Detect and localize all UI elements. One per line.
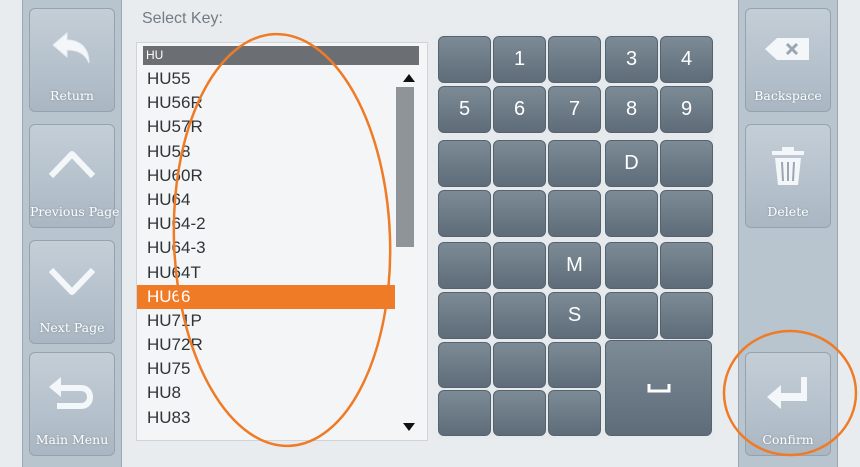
list-item[interactable]: HU56R bbox=[137, 91, 395, 115]
key-blank[interactable] bbox=[660, 292, 713, 339]
confirm-button[interactable]: Confirm bbox=[745, 352, 831, 456]
list-item[interactable]: HU64-2 bbox=[137, 212, 395, 236]
list-item[interactable]: HU60R bbox=[137, 164, 395, 188]
key-list: HU HU55 HU56R HU57R HU58 HU60R HU64 HU64-2 HU64… bbox=[136, 42, 428, 441]
key-blank[interactable] bbox=[660, 140, 713, 187]
key-blank[interactable] bbox=[438, 36, 491, 83]
key-blank[interactable] bbox=[548, 342, 601, 388]
key-blank[interactable] bbox=[493, 342, 546, 388]
key-blank[interactable] bbox=[438, 342, 491, 388]
scroll-up-arrow-icon[interactable] bbox=[397, 71, 421, 85]
key-blank[interactable] bbox=[438, 190, 491, 237]
key-blank[interactable] bbox=[438, 390, 491, 436]
key-blank[interactable] bbox=[605, 190, 658, 237]
page-title: Select Key: bbox=[142, 10, 223, 27]
list-item[interactable]: HU8 bbox=[137, 381, 395, 405]
key-9[interactable]: 9 bbox=[660, 86, 713, 133]
search-filter-field[interactable]: HU bbox=[143, 46, 419, 65]
key-blank[interactable] bbox=[493, 140, 546, 187]
list-item[interactable]: HU64T bbox=[137, 261, 395, 285]
key-5[interactable]: 5 bbox=[438, 86, 491, 133]
key-blank[interactable] bbox=[438, 292, 491, 339]
key-blank[interactable] bbox=[438, 140, 491, 187]
list-item[interactable]: HU71P bbox=[137, 309, 395, 333]
key-blank[interactable] bbox=[605, 242, 658, 289]
return-arrow-icon bbox=[30, 27, 114, 71]
key-blank[interactable] bbox=[493, 242, 546, 289]
key-m[interactable]: M bbox=[548, 242, 601, 289]
list-item[interactable]: HU64 bbox=[137, 188, 395, 212]
list-item[interactable]: HU58 bbox=[137, 140, 395, 164]
key-1[interactable]: 1 bbox=[493, 36, 546, 83]
scroll-down-arrow-icon[interactable] bbox=[397, 420, 421, 434]
list-item[interactable]: HU66 bbox=[137, 284, 395, 309]
key-blank[interactable] bbox=[660, 242, 713, 289]
delete-button[interactable]: Delete bbox=[745, 124, 831, 228]
key-blank[interactable] bbox=[493, 292, 546, 339]
key-blank[interactable] bbox=[548, 390, 601, 436]
backspace-button[interactable]: Backspace bbox=[745, 8, 831, 112]
main-menu-button[interactable]: Main Menu bbox=[29, 352, 115, 456]
key-s[interactable]: S bbox=[548, 292, 601, 339]
previous-page-button[interactable]: Previous Page bbox=[29, 124, 120, 228]
list-item[interactable]: HU57R bbox=[137, 115, 395, 139]
list-item[interactable]: HU55 bbox=[137, 67, 395, 91]
key-list-items: HU55 HU56R HU57R HU58 HU60R HU64 HU64-2 HU64-3 H… bbox=[137, 67, 395, 430]
return-button[interactable]: Return bbox=[29, 8, 115, 112]
list-item[interactable]: HU64-3 bbox=[137, 236, 395, 260]
key-blank[interactable] bbox=[548, 140, 601, 187]
key-7[interactable]: 7 bbox=[548, 86, 601, 133]
backspace-icon bbox=[746, 27, 830, 71]
scrollbar-thumb[interactable] bbox=[396, 87, 414, 247]
trash-icon bbox=[746, 143, 830, 187]
key-blank[interactable] bbox=[493, 190, 546, 237]
enter-icon bbox=[746, 371, 830, 415]
space-bar-icon bbox=[647, 384, 670, 393]
key-8[interactable]: 8 bbox=[605, 86, 658, 133]
key-blank[interactable] bbox=[605, 292, 658, 339]
chevron-down-icon bbox=[30, 259, 114, 303]
key-blank[interactable] bbox=[493, 390, 546, 436]
list-item[interactable]: HU83 bbox=[137, 406, 395, 430]
right-toolbar: Backspace Delete Confirm bbox=[738, 0, 838, 467]
list-item[interactable]: HU75 bbox=[137, 357, 395, 381]
key-d[interactable]: D bbox=[605, 140, 658, 187]
key-4[interactable]: 4 bbox=[660, 36, 713, 83]
annotation-ellipses bbox=[172, 32, 858, 457]
left-toolbar: Return Previous Page Next Page Main Menu bbox=[22, 0, 122, 467]
main-menu-arrow-icon bbox=[30, 371, 114, 415]
key-blank[interactable] bbox=[438, 242, 491, 289]
key-blank[interactable] bbox=[660, 190, 713, 237]
key-6[interactable]: 6 bbox=[493, 86, 546, 133]
key-blank[interactable] bbox=[548, 36, 601, 83]
next-page-button[interactable]: Next Page bbox=[29, 240, 115, 344]
list-item[interactable]: HU72R bbox=[137, 333, 395, 357]
space-key[interactable] bbox=[605, 340, 712, 436]
chevron-up-icon bbox=[30, 143, 114, 187]
key-blank[interactable] bbox=[548, 190, 601, 237]
keypad: 1 34 56789D MS bbox=[438, 34, 714, 439]
key-3[interactable]: 3 bbox=[605, 36, 658, 83]
